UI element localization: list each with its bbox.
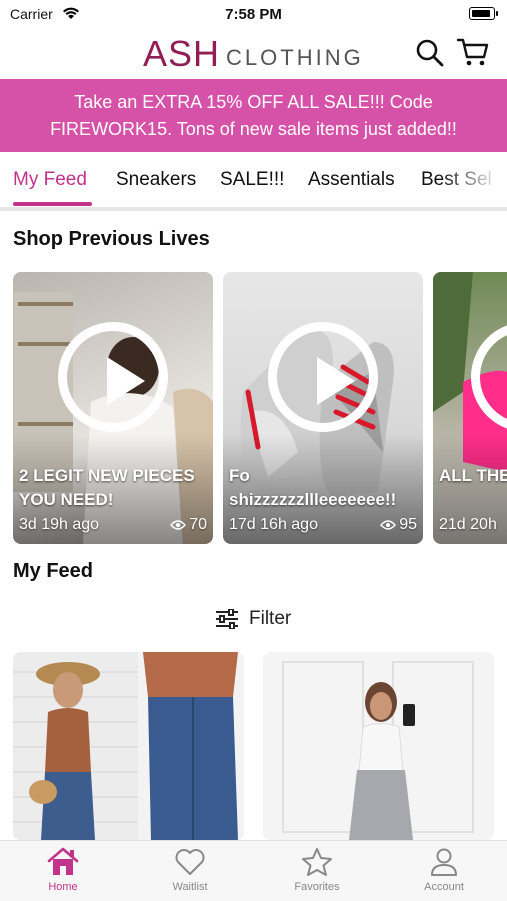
live-age: 17d 16h ago	[229, 516, 318, 533]
live-view-count: 70	[189, 516, 207, 533]
section-title-my-feed: My Feed	[13, 560, 94, 582]
eye-icon	[380, 520, 397, 530]
promo-banner-text: Take an EXTRA 15% OFF ALL SALE!!! Code F…	[50, 91, 457, 139]
clock: 7:58 PM	[225, 6, 282, 23]
product-image	[263, 652, 494, 840]
tabbar-home[interactable]: Home	[13, 847, 113, 893]
tab-sale[interactable]: SALE!!!	[220, 169, 284, 191]
promo-banner[interactable]: Take an EXTRA 15% OFF ALL SALE!!! Code F…	[0, 79, 507, 152]
tab-sneakers[interactable]: Sneakers	[116, 169, 196, 191]
filter-button[interactable]: Filter	[215, 605, 291, 633]
live-age: 21d 20h	[439, 516, 497, 533]
live-card[interactable]: Fo shizzzzzzllleeeeeee!! 17d 16h ago 95	[223, 272, 423, 544]
tabbar-favorites-label: Favorites	[294, 881, 340, 893]
sliders-icon	[216, 609, 238, 629]
live-title: ALL THE SNEAKE	[439, 466, 507, 485]
tabbar-waitlist-label: Waitlist	[172, 881, 208, 893]
feed-product-card[interactable]	[263, 652, 494, 840]
product-image	[13, 652, 244, 840]
live-title: 2 LEGIT NEW PIECES YOU NEED!	[19, 466, 195, 509]
logo-ash: ASH	[143, 33, 221, 74]
cart-icon	[456, 38, 489, 66]
live-card[interactable]: 2 LEGIT NEW PIECES YOU NEED! 3d 19h ago …	[13, 272, 213, 544]
live-title: Fo shizzzzzzllleeeeeee!!	[229, 466, 397, 509]
category-tabs: My Feed Sneakers SALE!!! Assentials Best…	[0, 155, 507, 207]
search-button[interactable]	[415, 38, 445, 68]
tabbar-favorites[interactable]: Favorites	[267, 847, 367, 893]
live-age: 3d 19h ago	[19, 516, 100, 533]
status-bar: Carrier 7:58 PM	[0, 0, 507, 28]
live-view-count: 95	[399, 516, 417, 533]
eye-icon	[170, 520, 187, 530]
home-icon	[47, 847, 79, 875]
cart-button[interactable]	[456, 36, 490, 68]
tab-assentials[interactable]: Assentials	[308, 169, 395, 191]
brand-logo[interactable]: ASH CLOTHING	[143, 32, 364, 72]
tabs-fade	[440, 155, 507, 205]
section-title-previous-lives: Shop Previous Lives	[13, 228, 210, 250]
tabbar-waitlist[interactable]: Waitlist	[140, 847, 240, 893]
filter-label: Filter	[249, 608, 292, 629]
live-views: 95	[380, 516, 417, 534]
person-icon	[431, 848, 457, 876]
live-card[interactable]: ALL THE SNEAKE 21d 20h	[433, 272, 507, 544]
live-views: 70	[170, 516, 207, 534]
tabbar-home-label: Home	[48, 881, 78, 893]
star-icon	[302, 848, 332, 876]
tab-my-feed[interactable]: My Feed	[13, 169, 87, 191]
tabbar-account-label: Account	[424, 881, 464, 893]
bottom-tab-bar: Home Waitlist Favorites Account	[0, 840, 507, 901]
logo-clothing: CLOTHING	[226, 45, 364, 70]
battery-nub	[496, 11, 498, 16]
play-icon[interactable]	[268, 322, 378, 432]
search-icon	[416, 39, 444, 67]
play-icon[interactable]	[58, 322, 168, 432]
heart-icon	[175, 849, 205, 875]
tabs-divider	[0, 207, 507, 211]
battery-icon	[469, 7, 495, 20]
feed-product-card[interactable]	[13, 652, 244, 840]
tabbar-account[interactable]: Account	[394, 847, 494, 893]
active-tab-indicator	[13, 202, 92, 206]
